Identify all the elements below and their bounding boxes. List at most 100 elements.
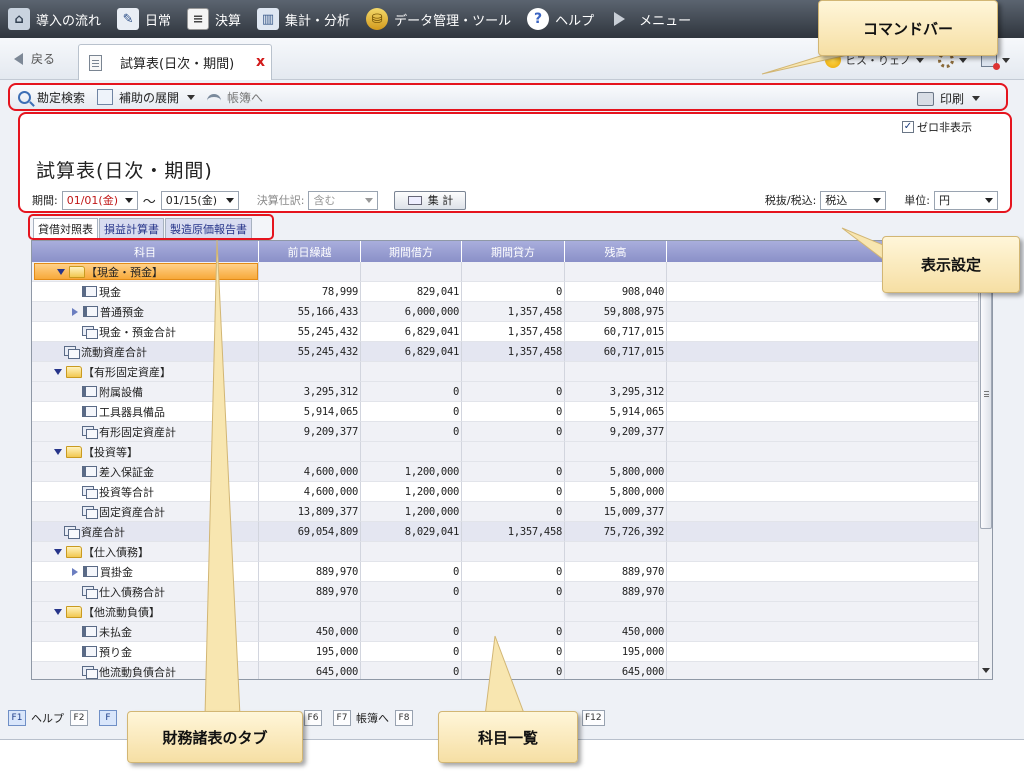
vertical-scrollbar[interactable] — [978, 241, 992, 679]
account-cell[interactable]: 附属設備 — [32, 382, 259, 402]
tax-select[interactable]: 税込 — [820, 190, 887, 210]
function-key[interactable]: F7 帳簿へ — [333, 710, 389, 726]
table-row[interactable]: 附属設備 3,295,312 0 0 3,295,312 — [32, 382, 978, 402]
calculator-icon — [407, 195, 422, 205]
account-cell[interactable]: 普通預金 — [32, 302, 259, 322]
account-search-button[interactable]: 勘定検索 — [18, 89, 85, 106]
scrollbar-thumb[interactable] — [980, 262, 992, 529]
account-cell[interactable]: 差入保証金 — [32, 462, 259, 482]
closing-entry-select[interactable]: 含む — [308, 190, 379, 210]
column-header-account[interactable]: 科目 — [32, 241, 259, 262]
function-key[interactable]: F — [99, 710, 122, 726]
table-row[interactable]: 【現金・預金】 — [32, 262, 978, 282]
tab-cost-report[interactable]: 製造原価報告書 — [165, 218, 252, 238]
account-cell[interactable]: 有形固定資産計 — [32, 422, 259, 442]
chevron-down-icon[interactable] — [1002, 57, 1010, 63]
account-cell[interactable]: 現金 — [32, 282, 259, 302]
account-cell[interactable]: 【仕入債務】 — [32, 542, 259, 562]
zero-hide-checkbox[interactable]: ✓ ゼロ非表示 — [902, 119, 972, 135]
table-row[interactable]: 【投資等】 — [32, 442, 978, 462]
menu-item-closing[interactable]: ≡ 決算 — [187, 4, 241, 34]
account-cell[interactable]: 【現金・預金】 — [32, 262, 259, 282]
account-cell[interactable]: 資産合計 — [32, 522, 259, 542]
checkbox-box[interactable]: ✓ — [902, 121, 914, 133]
function-key[interactable]: F12 — [582, 710, 610, 726]
table-row[interactable]: 固定資産合計 13,809,377 1,200,000 0 15,009,377 — [32, 502, 978, 522]
aggregate-button[interactable]: 集 計 — [394, 190, 467, 210]
column-header-balance[interactable]: 残高 — [565, 241, 667, 262]
expand-toggle-icon[interactable] — [72, 567, 78, 576]
account-cell[interactable]: 【有形固定資産】 — [32, 362, 259, 382]
table-row[interactable]: 工具器具備品 5,914,065 0 0 5,914,065 — [32, 402, 978, 422]
table-row[interactable]: 預り金 195,000 0 0 195,000 — [32, 642, 978, 662]
chevron-down-icon[interactable] — [916, 57, 924, 63]
table-row[interactable]: 資産合計 69,054,809 8,029,041 1,357,458 75,726,3… — [32, 522, 978, 542]
tab-trial-balance[interactable]: 試算表(日次・期間) x — [78, 44, 272, 80]
collapse-toggle-icon[interactable] — [54, 448, 62, 455]
table-row[interactable]: 【仕入債務】 — [32, 542, 978, 562]
menu-item-daily[interactable]: ✎ 日常 — [117, 4, 171, 34]
collapse-toggle-icon[interactable] — [54, 548, 62, 555]
collapse-toggle-icon[interactable] — [54, 608, 62, 615]
account-cell[interactable]: 固定資産合計 — [32, 502, 259, 522]
account-cell[interactable]: 投資等合計 — [32, 482, 259, 502]
table-row[interactable]: 未払金 450,000 0 0 450,000 — [32, 622, 978, 642]
print-button[interactable]: 印刷 — [916, 90, 980, 107]
debit-cell: 1,200,000 — [361, 502, 462, 522]
table-row[interactable]: 普通預金 55,166,433 6,000,000 1,357,458 59,808,9… — [32, 302, 978, 322]
scroll-down-icon[interactable] — [982, 668, 990, 673]
unit-select[interactable]: 円 — [934, 190, 998, 210]
account-cell[interactable]: 買掛金 — [32, 562, 259, 582]
account-cell[interactable]: 【投資等】 — [32, 442, 259, 462]
table-body: 【現金・預金】 現金 78,999 829,041 0 908,040 普通預金 55,166… — [32, 262, 978, 679]
account-cell[interactable]: 現金・預金合計 — [32, 322, 259, 342]
account-cell[interactable]: 預り金 — [32, 642, 259, 662]
function-key[interactable]: F8 — [395, 710, 418, 726]
account-cell[interactable]: 仕入債務合計 — [32, 582, 259, 602]
menu-item-menu[interactable]: メニュー — [610, 4, 691, 34]
account-cell[interactable]: 【他流動負債】 — [32, 602, 259, 622]
to-ledger-button[interactable]: 帳簿へ — [207, 89, 263, 106]
date-from-select[interactable]: 01/01(金) — [61, 190, 138, 210]
menu-item-flow[interactable]: ⌂ 導入の流れ — [8, 4, 101, 34]
account-name-wrap: 未払金 — [32, 624, 132, 640]
function-key[interactable]: F1 ヘルプ — [8, 710, 64, 726]
table-row[interactable]: 【他流動負債】 — [32, 602, 978, 622]
tab-income-statement[interactable]: 損益計算書 — [99, 218, 164, 238]
carryover-cell — [259, 442, 361, 462]
collapse-toggle-icon[interactable] — [57, 268, 65, 275]
function-key[interactable]: F6 — [304, 710, 327, 726]
tab-balance-sheet[interactable]: 貸借対照表 — [33, 218, 98, 238]
account-icon — [83, 306, 98, 317]
collapse-toggle-icon[interactable] — [54, 368, 62, 375]
table-row[interactable]: 他流動負債合計 645,000 0 0 645,000 — [32, 662, 978, 679]
account-cell[interactable]: 工具器具備品 — [32, 402, 259, 422]
account-cell[interactable]: 流動資産合計 — [32, 342, 259, 362]
table-row[interactable]: 有形固定資産計 9,209,377 0 0 9,209,377 — [32, 422, 978, 442]
unit-label: 単位: — [904, 194, 930, 207]
menu-item-data-tools[interactable]: ⛁ データ管理・ツール — [366, 4, 511, 34]
expand-sub-button[interactable]: 補助の展開 — [97, 89, 196, 106]
column-header-carryover[interactable]: 前日繰越 — [259, 241, 361, 262]
column-header-credit[interactable]: 期間貸方 — [462, 241, 565, 262]
table-row[interactable]: 【有形固定資産】 — [32, 362, 978, 382]
date-to-select[interactable]: 01/15(金) — [160, 190, 239, 210]
table-row[interactable]: 現金 78,999 829,041 0 908,040 — [32, 282, 978, 302]
function-key[interactable]: F2 — [70, 710, 93, 726]
table-row[interactable]: 現金・預金合計 55,245,432 6,829,041 1,357,458 60,71… — [32, 322, 978, 342]
table-row[interactable]: 投資等合計 4,600,000 1,200,000 0 5,800,000 — [32, 482, 978, 502]
chevron-down-icon[interactable] — [959, 57, 967, 63]
column-header-debit[interactable]: 期間借方 — [361, 241, 462, 262]
table-row[interactable]: 買掛金 889,970 0 0 889,970 — [32, 562, 978, 582]
balance-cell: 645,000 — [565, 662, 667, 679]
table-row[interactable]: 差入保証金 4,600,000 1,200,000 0 5,800,000 — [32, 462, 978, 482]
table-row[interactable]: 仕入債務合計 889,970 0 0 889,970 — [32, 582, 978, 602]
menu-item-help[interactable]: ? ヘルプ — [527, 4, 594, 34]
expand-toggle-icon[interactable] — [72, 307, 78, 316]
account-cell[interactable]: 未払金 — [32, 622, 259, 642]
account-cell[interactable]: 他流動負債合計 — [32, 662, 259, 679]
close-icon[interactable]: x — [256, 54, 265, 70]
menu-item-analysis[interactable]: ▥ 集計・分析 — [257, 4, 350, 34]
back-button[interactable]: 戻る — [14, 50, 55, 67]
table-row[interactable]: 流動資産合計 55,245,432 6,829,041 1,357,458 60,717… — [32, 342, 978, 362]
